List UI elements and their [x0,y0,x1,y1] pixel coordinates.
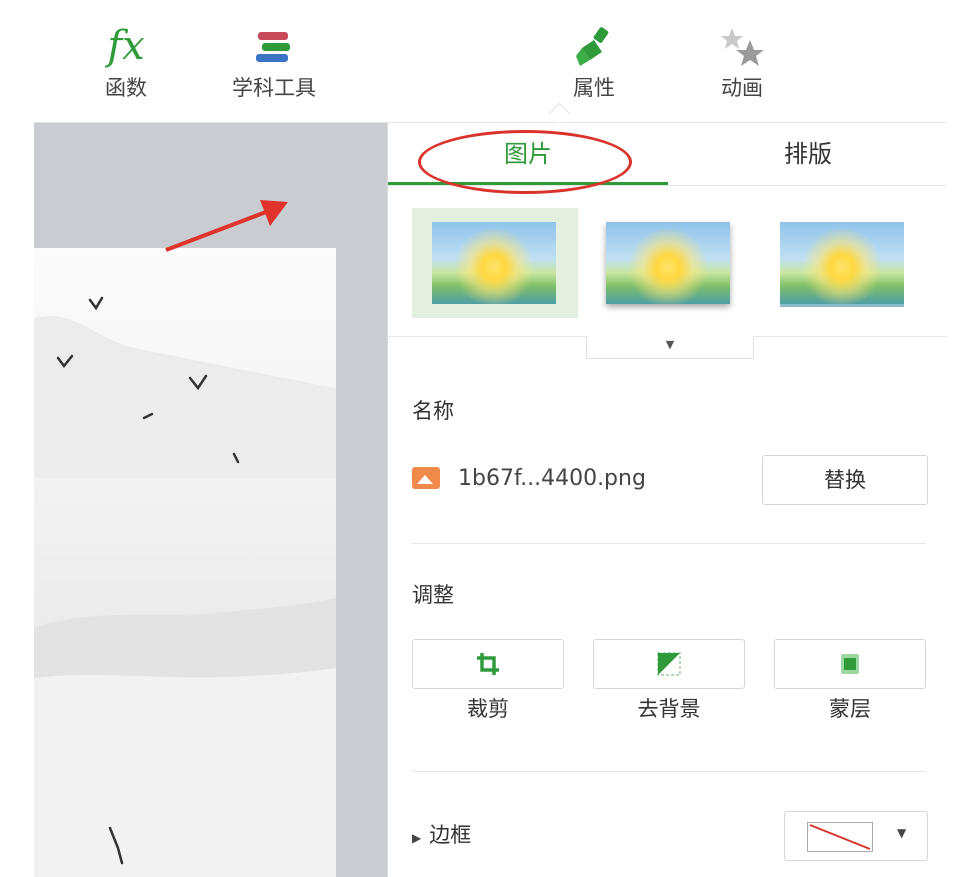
chevron-down-icon: ▼ [897,826,907,840]
border-label: 边框 [429,823,472,847]
border-style-dropdown[interactable]: ▼ [784,811,928,861]
fx-icon: fx [107,23,145,69]
crop-label: 裁剪 [467,697,509,721]
picture-styles-gallery [388,186,947,337]
mask-layer-icon [841,654,859,674]
adjust-section-title: 调整 [412,583,454,607]
brush-icon [554,24,634,72]
subject-tools-button[interactable]: 学科工具 [214,24,334,102]
border-section: ▶ 边框 ▼ [412,807,928,863]
crop-button-box [412,639,564,689]
replace-button[interactable]: 替换 [762,455,928,505]
slide-canvas[interactable] [34,123,387,877]
picture-style-reflection[interactable] [760,208,926,318]
mask-layer-button[interactable]: 蒙层 [774,639,926,723]
properties-tool-button[interactable]: 属性 [554,24,634,102]
remove-background-icon [657,652,681,676]
tab-layout[interactable]: 排版 [668,123,948,185]
divider [412,771,926,772]
function-tool-label: 函数 [105,76,147,100]
picture-style-shadow[interactable] [586,208,752,318]
properties-panel: 图片 排版 ▼ 名称 1b67f...4400.png 替换 调整 裁剪 去背景… [387,123,947,877]
subject-tools-label: 学科工具 [232,76,316,100]
remove-background-label: 去背景 [637,697,701,721]
style-thumbnail [606,222,730,304]
crop-icon [477,653,499,675]
function-tool-button[interactable]: fx 函数 [86,24,166,102]
properties-tool-label: 属性 [573,76,615,100]
divider [412,543,926,544]
name-section-title: 名称 [412,399,454,423]
animation-tool-button[interactable]: 动画 [702,24,782,102]
books-icon [214,24,334,72]
slide-image[interactable] [34,248,336,877]
tab-picture[interactable]: 图片 [388,123,668,185]
style-thumbnail [780,222,904,307]
picture-style-flat[interactable] [412,208,578,318]
mask-layer-button-box [774,639,926,689]
image-file-icon [412,467,440,489]
remove-background-button-box [593,639,745,689]
no-border-swatch-icon [807,822,873,852]
top-toolbar: fx 函数 学科工具 属性 动画 [34,14,946,123]
stars-icon [702,24,782,72]
crop-button[interactable]: 裁剪 [412,639,564,723]
file-name-row: 1b67f...4400.png [412,455,646,501]
border-section-toggle[interactable]: ▶ 边框 [412,819,471,849]
remove-background-button[interactable]: 去背景 [593,639,745,723]
file-name: 1b67f...4400.png [458,465,646,491]
animation-tool-label: 动画 [721,76,763,100]
ink-landscape-image [34,296,336,877]
more-styles-button[interactable]: ▼ [586,336,754,359]
panel-tabs: 图片 排版 [388,123,948,194]
mask-layer-label: 蒙层 [829,697,871,721]
annotation-arrow [165,200,288,252]
chevron-down-icon: ▼ [665,338,675,351]
style-thumbnail [432,222,556,304]
caret-right-icon: ▶ [412,831,422,845]
